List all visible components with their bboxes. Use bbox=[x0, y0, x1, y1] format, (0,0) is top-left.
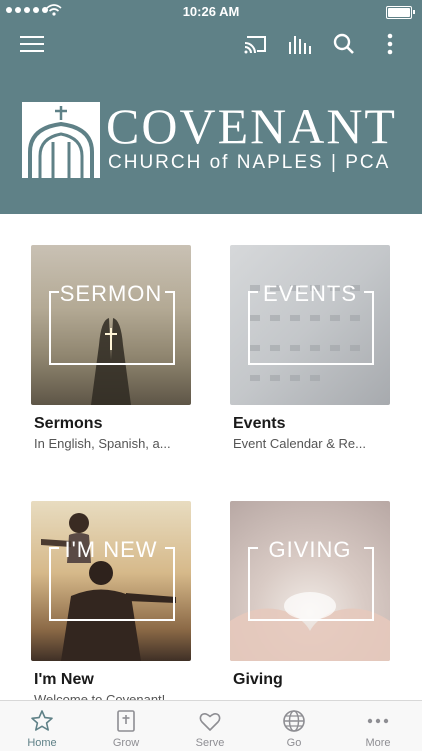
tab-more[interactable]: More bbox=[336, 701, 420, 751]
sermons-image-word: SERMON bbox=[59, 281, 163, 306]
more-vertical-icon[interactable] bbox=[376, 30, 404, 58]
church-logo: COVENANT CHURCH of NAPLES | PCA bbox=[22, 98, 402, 182]
giving-image: GIVING bbox=[230, 501, 390, 661]
card-subtitle: Event Calendar & Re... bbox=[233, 436, 366, 451]
battery-icon bbox=[386, 6, 415, 19]
tab-serve[interactable]: Serve bbox=[168, 701, 252, 751]
im-new-image-word: I'M NEW bbox=[64, 537, 158, 562]
audio-bars-icon[interactable] bbox=[286, 30, 314, 58]
card-sermons[interactable]: SERMON Sermons In English, Spanish, a... bbox=[31, 245, 193, 451]
star-icon bbox=[31, 710, 53, 731]
tab-label: Grow bbox=[112, 737, 140, 749]
card-title: I'm New bbox=[34, 671, 94, 688]
card-events[interactable]: EVENTS Events Event Calendar & Re... bbox=[230, 245, 392, 451]
im-new-image: I'M NEW bbox=[31, 501, 191, 661]
card-title: Sermons bbox=[34, 415, 103, 432]
bible-icon bbox=[117, 710, 135, 732]
status-bar: 10:26 AM bbox=[0, 0, 422, 22]
content-grid: SERMON Sermons In English, Spanish, a...… bbox=[0, 214, 422, 707]
search-icon[interactable] bbox=[330, 30, 358, 58]
card-subtitle: In English, Spanish, a... bbox=[34, 436, 171, 451]
giving-image-word: GIVING bbox=[268, 537, 352, 562]
tab-label: Serve bbox=[195, 737, 225, 749]
status-time: 10:26 AM bbox=[182, 4, 240, 19]
more-horizontal-icon bbox=[367, 718, 389, 724]
tab-label: Go bbox=[286, 737, 302, 749]
tab-go[interactable]: Go bbox=[252, 701, 336, 751]
logo-subtitle: CHURCH of NAPLES | PCA bbox=[108, 152, 391, 173]
church-window-icon bbox=[22, 102, 100, 178]
bottom-tab-bar: Home Grow Serve Go More bbox=[0, 700, 422, 751]
tab-label: More bbox=[365, 737, 391, 749]
card-giving[interactable]: GIVING Giving bbox=[230, 501, 392, 692]
card-title: Events bbox=[233, 415, 286, 432]
sermons-image: SERMON bbox=[31, 245, 191, 405]
card-title: Giving bbox=[233, 671, 283, 688]
globe-icon bbox=[283, 710, 305, 732]
app-header: COVENANT CHURCH of NAPLES | PCA bbox=[0, 22, 422, 214]
events-image-word: EVENTS bbox=[262, 281, 358, 306]
tab-home[interactable]: Home bbox=[0, 701, 84, 751]
menu-icon[interactable] bbox=[18, 30, 46, 58]
heart-icon bbox=[199, 713, 221, 731]
tab-label: Home bbox=[27, 737, 57, 749]
events-image: EVENTS bbox=[230, 245, 390, 405]
cast-icon[interactable] bbox=[242, 30, 270, 58]
tab-grow[interactable]: Grow bbox=[84, 701, 168, 751]
card-im-new[interactable]: I'M NEW I'm New Welcome to Covenant! bbox=[31, 501, 193, 707]
logo-title: COVENANT bbox=[106, 98, 397, 154]
